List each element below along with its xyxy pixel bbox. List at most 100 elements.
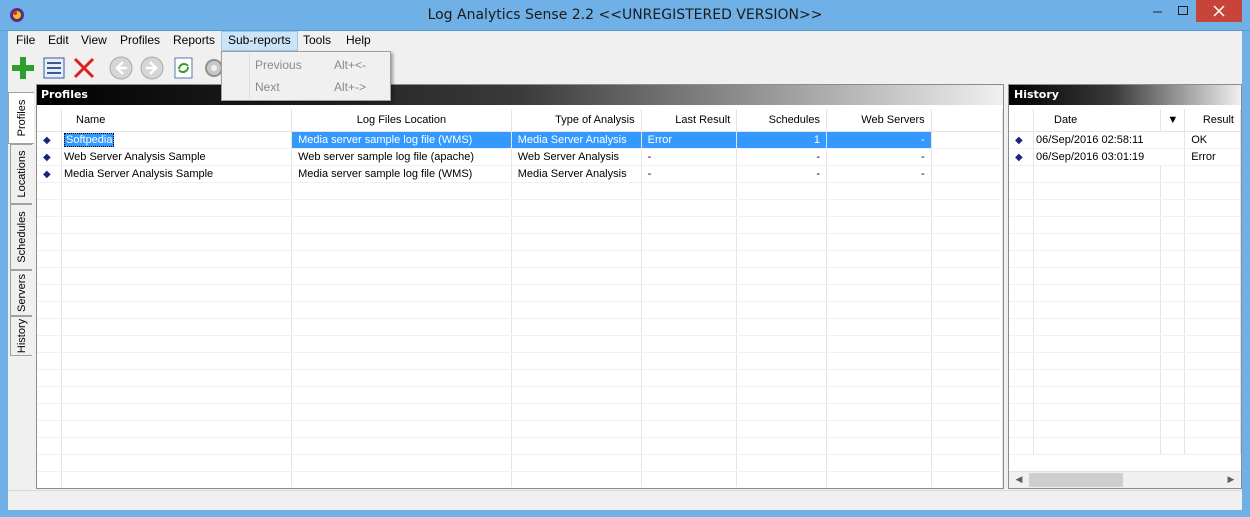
close-button[interactable] [1196,0,1242,22]
empty-cell [1184,267,1241,285]
empty-row [37,284,1003,302]
sort-arrow-icon[interactable]: ▼ [1160,109,1186,132]
tab-profiles[interactable]: Profiles [8,92,34,144]
empty-row [1009,250,1241,268]
empty-cell [291,284,512,302]
empty-cell [1033,437,1162,455]
column-header-type[interactable]: Type of Analysis [511,109,642,132]
empty-cell [37,318,62,336]
menu-tools[interactable]: Tools [297,31,337,51]
empty-cell [641,335,738,353]
empty-cell [641,284,738,302]
column-header-location[interactable]: Log Files Location [291,109,512,132]
horizontal-scrollbar[interactable]: ◀ ▶ [1009,471,1241,488]
empty-cell [511,199,642,217]
column-header-result[interactable]: Result [1184,109,1241,132]
empty-cell [1033,233,1162,251]
row-indicator-header [37,109,62,132]
profile-icon: ◆ [43,168,51,180]
row-indicator: ◆ [1009,148,1034,166]
empty-row [37,318,1003,336]
column-header-name[interactable]: Name [61,109,293,132]
empty-cell [291,301,512,319]
table-row[interactable]: ◆ 06/Sep/2016 02:58:11 OK [1009,131,1241,149]
tab-servers[interactable]: Servers [10,270,32,316]
empty-cell [826,437,932,455]
empty-row [1009,352,1241,370]
back-icon[interactable] [108,55,134,81]
empty-row [1009,284,1241,302]
empty-rows [1009,165,1241,455]
table-row[interactable]: ◆ Media Server Analysis Sample Media ser… [37,165,1003,183]
refresh-icon[interactable] [171,55,197,81]
empty-cell [826,352,932,370]
empty-cell [1160,335,1186,353]
column-header-web-servers[interactable]: Web Servers [826,109,932,132]
table-row[interactable]: ◆ Softpedia Media server sample log file… [37,131,1003,149]
empty-cell [736,199,827,217]
maximize-button[interactable] [1170,0,1196,22]
menu-item-next[interactable]: Next Alt+-> [222,76,390,98]
empty-cell [291,250,512,268]
empty-cell [1160,216,1186,234]
empty-cell [511,386,642,404]
window-frame-bottom [0,510,1250,517]
empty-cell [1033,386,1162,404]
table-row[interactable]: ◆ Web Server Analysis Sample Web server … [37,148,1003,166]
scroll-left-icon[interactable]: ◀ [1011,472,1027,488]
empty-cell [291,437,512,455]
empty-cell [1160,403,1186,421]
empty-cell [1009,369,1034,387]
empty-cell [1160,352,1186,370]
empty-cell [61,454,293,472]
table-row[interactable]: ◆ 06/Sep/2016 03:01:19 Error [1009,148,1241,166]
empty-cell [1184,403,1241,421]
empty-cell [61,284,293,302]
menu-item-shortcut: Alt+<- [334,58,367,72]
empty-cell [931,182,1003,200]
menu-profiles[interactable]: Profiles [114,31,166,51]
empty-cell [736,267,827,285]
empty-cell [37,454,62,472]
empty-cell [511,420,642,438]
empty-cell [736,318,827,336]
empty-cell [511,454,642,472]
menu-sub-reports[interactable]: Sub-reports [221,31,298,51]
profile-name-cell[interactable]: Softpedia [61,131,293,149]
scroll-right-icon[interactable]: ▶ [1223,472,1239,488]
menu-file[interactable]: File [10,31,41,51]
profile-web-servers: - [826,148,932,166]
empty-cell [931,301,1003,319]
tab-locations[interactable]: Locations [10,144,32,204]
column-header-last-result[interactable]: Last Result [641,109,738,132]
menu-reports[interactable]: Reports [167,31,221,51]
menu-help[interactable]: Help [340,31,377,51]
empty-cell [1009,216,1034,234]
empty-cell [511,216,642,234]
delete-icon[interactable] [71,55,97,81]
tab-schedules[interactable]: Schedules [10,204,32,270]
column-header-date[interactable]: Date [1033,109,1162,132]
minimize-button[interactable] [1144,0,1170,22]
menu-view[interactable]: View [75,31,113,51]
empty-cell [736,437,827,455]
profile-web-servers: - [826,131,932,149]
empty-cell [61,267,293,285]
menu-item-previous[interactable]: Previous Alt+<- [222,54,390,76]
empty-cell [1009,420,1034,438]
empty-cell [931,352,1003,370]
column-header-schedules[interactable]: Schedules [736,109,827,132]
empty-row [37,386,1003,404]
menu-edit[interactable]: Edit [42,31,75,51]
scroll-thumb[interactable] [1029,473,1123,487]
list-edit-icon[interactable] [41,55,67,81]
empty-row [37,352,1003,370]
add-icon[interactable] [10,55,36,81]
empty-cell [291,199,512,217]
empty-cell [641,318,738,336]
empty-cell [511,267,642,285]
tab-history[interactable]: History [10,316,32,356]
empty-cell [1009,182,1034,200]
forward-icon[interactable] [139,55,165,81]
empty-cell [736,403,827,421]
